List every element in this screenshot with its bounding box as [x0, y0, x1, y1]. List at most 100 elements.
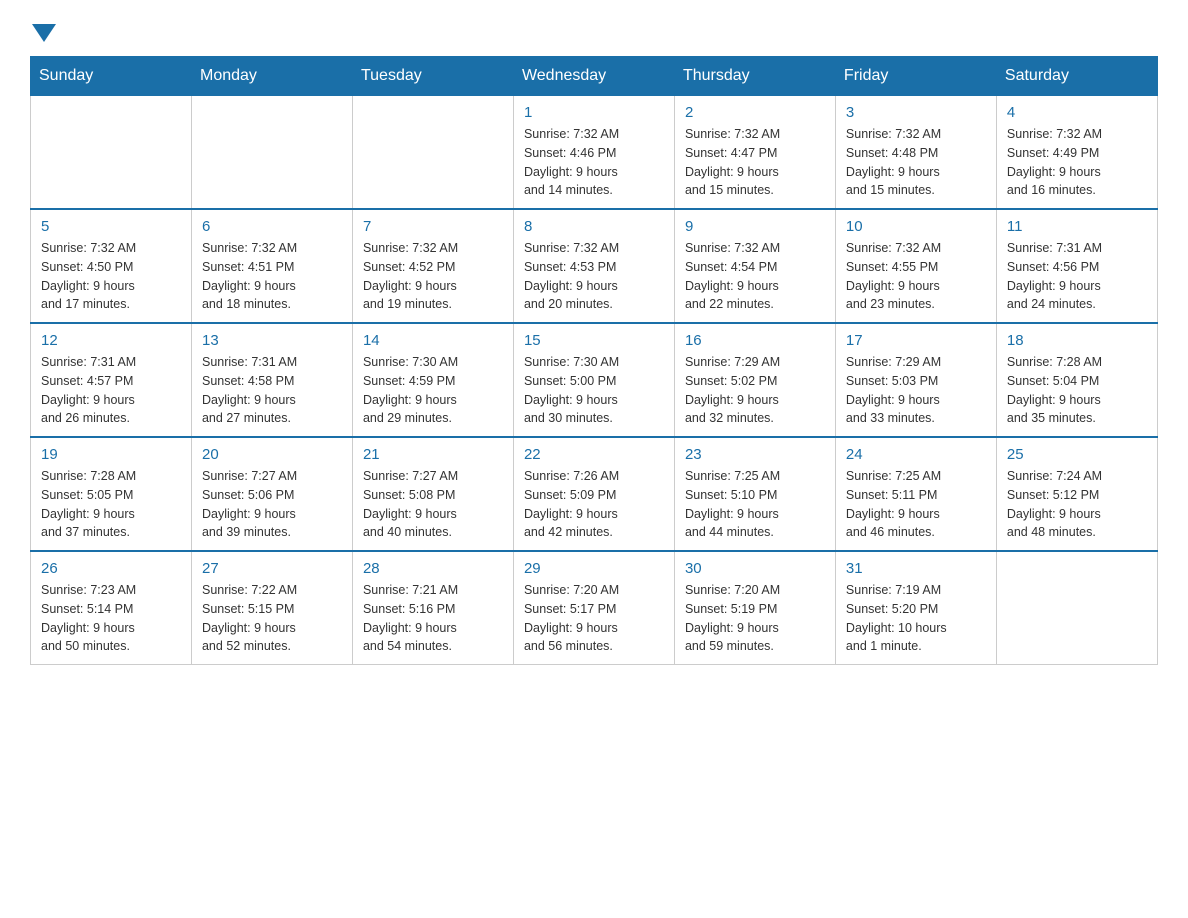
- calendar-cell: 3Sunrise: 7:32 AMSunset: 4:48 PMDaylight…: [835, 96, 996, 210]
- day-info: Sunrise: 7:31 AMSunset: 4:57 PMDaylight:…: [41, 353, 181, 428]
- day-number: 15: [524, 332, 664, 349]
- calendar-cell: 2 Sunrise: 7:32 AMSunset: 4:47 PMDaylight…: [674, 96, 835, 210]
- day-info: Sunrise: 7:32 AMSunset: 4:47 PMDaylight:…: [685, 125, 825, 200]
- calendar-cell: [352, 96, 513, 210]
- day-number: 6: [202, 218, 342, 235]
- calendar-cell: 5 Sunrise: 7:32 AMSunset: 4:50 PMDaylight…: [31, 209, 192, 323]
- day-number: 18: [1007, 332, 1147, 349]
- day-number: 29: [524, 560, 664, 577]
- calendar-cell: 23 Sunrise: 7:25 AMSunset: 5:10 PMDayligh…: [674, 437, 835, 551]
- calendar-cell: 7 Sunrise: 7:32 AMSunset: 4:52 PMDaylight…: [352, 209, 513, 323]
- day-info: Sunrise: 7:32 AMSunset: 4:49 PMDaylight:…: [1007, 125, 1147, 200]
- day-of-week-header: Tuesday: [352, 57, 513, 96]
- calendar-cell: 14 Sunrise: 7:30 AMSunset: 4:59 PMDayligh…: [352, 323, 513, 437]
- day-info: Sunrise: 7:20 AMSunset: 5:17 PMDaylight:…: [524, 581, 664, 656]
- day-info: Sunrise: 7:27 AMSunset: 5:08 PMDaylight:…: [363, 467, 503, 542]
- calendar-cell: 29 Sunrise: 7:20 AMSunset: 5:17 PMDayligh…: [513, 551, 674, 665]
- day-info: Sunrise: 7:25 AMSunset: 5:11 PMDaylight:…: [846, 467, 986, 542]
- day-info: Sunrise: 7:31 AMSunset: 4:58 PMDaylight:…: [202, 353, 342, 428]
- day-number: 23: [685, 446, 825, 463]
- day-number: 11: [1007, 218, 1147, 235]
- day-info: Sunrise: 7:31 AMSunset: 4:56 PMDaylight:…: [1007, 239, 1147, 314]
- day-number: 16: [685, 332, 825, 349]
- day-info: Sunrise: 7:27 AMSunset: 5:06 PMDaylight:…: [202, 467, 342, 542]
- day-number: 10: [846, 218, 986, 235]
- calendar-cell: [191, 96, 352, 210]
- calendar-cell: 25 Sunrise: 7:24 AMSunset: 5:12 PMDayligh…: [996, 437, 1157, 551]
- calendar-week-row: 12 Sunrise: 7:31 AMSunset: 4:57 PMDayligh…: [31, 323, 1158, 437]
- day-number: 9: [685, 218, 825, 235]
- calendar-cell: 6Sunrise: 7:32 AMSunset: 4:51 PMDaylight…: [191, 209, 352, 323]
- day-number: 25: [1007, 446, 1147, 463]
- calendar-cell: 9 Sunrise: 7:32 AMSunset: 4:54 PMDaylight…: [674, 209, 835, 323]
- day-info: Sunrise: 7:32 AMSunset: 4:54 PMDaylight:…: [685, 239, 825, 314]
- calendar-cell: 31 Sunrise: 7:19 AMSunset: 5:20 PMDayligh…: [835, 551, 996, 665]
- day-number: 3: [846, 104, 986, 121]
- day-info: Sunrise: 7:32 AMSunset: 4:46 PMDaylight:…: [524, 125, 664, 200]
- logo: [30, 20, 58, 38]
- day-number: 19: [41, 446, 181, 463]
- calendar-cell: 17 Sunrise: 7:29 AMSunset: 5:03 PMDayligh…: [835, 323, 996, 437]
- calendar-cell: 15 Sunrise: 7:30 AMSunset: 5:00 PMDayligh…: [513, 323, 674, 437]
- day-info: Sunrise: 7:29 AMSunset: 5:03 PMDaylight:…: [846, 353, 986, 428]
- day-info: Sunrise: 7:22 AMSunset: 5:15 PMDaylight:…: [202, 581, 342, 656]
- calendar-cell: 10Sunrise: 7:32 AMSunset: 4:55 PMDayligh…: [835, 209, 996, 323]
- day-info: Sunrise: 7:28 AMSunset: 5:05 PMDaylight:…: [41, 467, 181, 542]
- day-of-week-header: Friday: [835, 57, 996, 96]
- day-number: 24: [846, 446, 986, 463]
- day-number: 26: [41, 560, 181, 577]
- calendar-cell: 13 Sunrise: 7:31 AMSunset: 4:58 PMDayligh…: [191, 323, 352, 437]
- day-info: Sunrise: 7:25 AMSunset: 5:10 PMDaylight:…: [685, 467, 825, 542]
- day-number: 7: [363, 218, 503, 235]
- day-number: 5: [41, 218, 181, 235]
- day-number: 2: [685, 104, 825, 121]
- calendar-week-row: 5 Sunrise: 7:32 AMSunset: 4:50 PMDaylight…: [31, 209, 1158, 323]
- calendar-cell: [996, 551, 1157, 665]
- logo-arrow-icon: [32, 24, 56, 42]
- calendar-cell: 8 Sunrise: 7:32 AMSunset: 4:53 PMDaylight…: [513, 209, 674, 323]
- calendar-cell: 24 Sunrise: 7:25 AMSunset: 5:11 PMDayligh…: [835, 437, 996, 551]
- day-number: 20: [202, 446, 342, 463]
- day-number: 13: [202, 332, 342, 349]
- day-info: Sunrise: 7:26 AMSunset: 5:09 PMDaylight:…: [524, 467, 664, 542]
- day-info: Sunrise: 7:32 AMSunset: 4:50 PMDaylight:…: [41, 239, 181, 314]
- calendar-week-row: 26 Sunrise: 7:23 AMSunset: 5:14 PMDayligh…: [31, 551, 1158, 665]
- day-info: Sunrise: 7:30 AMSunset: 4:59 PMDaylight:…: [363, 353, 503, 428]
- day-info: Sunrise: 7:21 AMSunset: 5:16 PMDaylight:…: [363, 581, 503, 656]
- day-info: Sunrise: 7:23 AMSunset: 5:14 PMDaylight:…: [41, 581, 181, 656]
- day-number: 31: [846, 560, 986, 577]
- day-number: 27: [202, 560, 342, 577]
- day-info: Sunrise: 7:28 AMSunset: 5:04 PMDaylight:…: [1007, 353, 1147, 428]
- day-info: Sunrise: 7:20 AMSunset: 5:19 PMDaylight:…: [685, 581, 825, 656]
- day-number: 21: [363, 446, 503, 463]
- calendar-cell: 30 Sunrise: 7:20 AMSunset: 5:19 PMDayligh…: [674, 551, 835, 665]
- day-info: Sunrise: 7:19 AMSunset: 5:20 PMDaylight:…: [846, 581, 986, 656]
- calendar-cell: 12 Sunrise: 7:31 AMSunset: 4:57 PMDayligh…: [31, 323, 192, 437]
- day-number: 14: [363, 332, 503, 349]
- day-number: 30: [685, 560, 825, 577]
- calendar-cell: 1 Sunrise: 7:32 AMSunset: 4:46 PMDaylight…: [513, 96, 674, 210]
- day-info: Sunrise: 7:29 AMSunset: 5:02 PMDaylight:…: [685, 353, 825, 428]
- calendar-cell: 22 Sunrise: 7:26 AMSunset: 5:09 PMDayligh…: [513, 437, 674, 551]
- calendar-cell: [31, 96, 192, 210]
- day-number: 22: [524, 446, 664, 463]
- day-of-week-header: Saturday: [996, 57, 1157, 96]
- day-info: Sunrise: 7:30 AMSunset: 5:00 PMDaylight:…: [524, 353, 664, 428]
- day-of-week-header: Sunday: [31, 57, 192, 96]
- calendar-cell: 26 Sunrise: 7:23 AMSunset: 5:14 PMDayligh…: [31, 551, 192, 665]
- day-number: 8: [524, 218, 664, 235]
- day-info: Sunrise: 7:32 AMSunset: 4:52 PMDaylight:…: [363, 239, 503, 314]
- calendar-week-row: 1 Sunrise: 7:32 AMSunset: 4:46 PMDaylight…: [31, 96, 1158, 210]
- day-number: 17: [846, 332, 986, 349]
- day-number: 1: [524, 104, 664, 121]
- calendar-table: SundayMondayTuesdayWednesdayThursdayFrid…: [30, 56, 1158, 665]
- calendar-cell: 20 Sunrise: 7:27 AMSunset: 5:06 PMDayligh…: [191, 437, 352, 551]
- day-info: Sunrise: 7:32 AMSunset: 4:53 PMDaylight:…: [524, 239, 664, 314]
- day-of-week-header: Thursday: [674, 57, 835, 96]
- page-header: [30, 20, 1158, 38]
- day-info: Sunrise: 7:24 AMSunset: 5:12 PMDaylight:…: [1007, 467, 1147, 542]
- calendar-cell: 19 Sunrise: 7:28 AMSunset: 5:05 PMDayligh…: [31, 437, 192, 551]
- day-of-week-header: Monday: [191, 57, 352, 96]
- day-number: 12: [41, 332, 181, 349]
- calendar-cell: 11 Sunrise: 7:31 AMSunset: 4:56 PMDayligh…: [996, 209, 1157, 323]
